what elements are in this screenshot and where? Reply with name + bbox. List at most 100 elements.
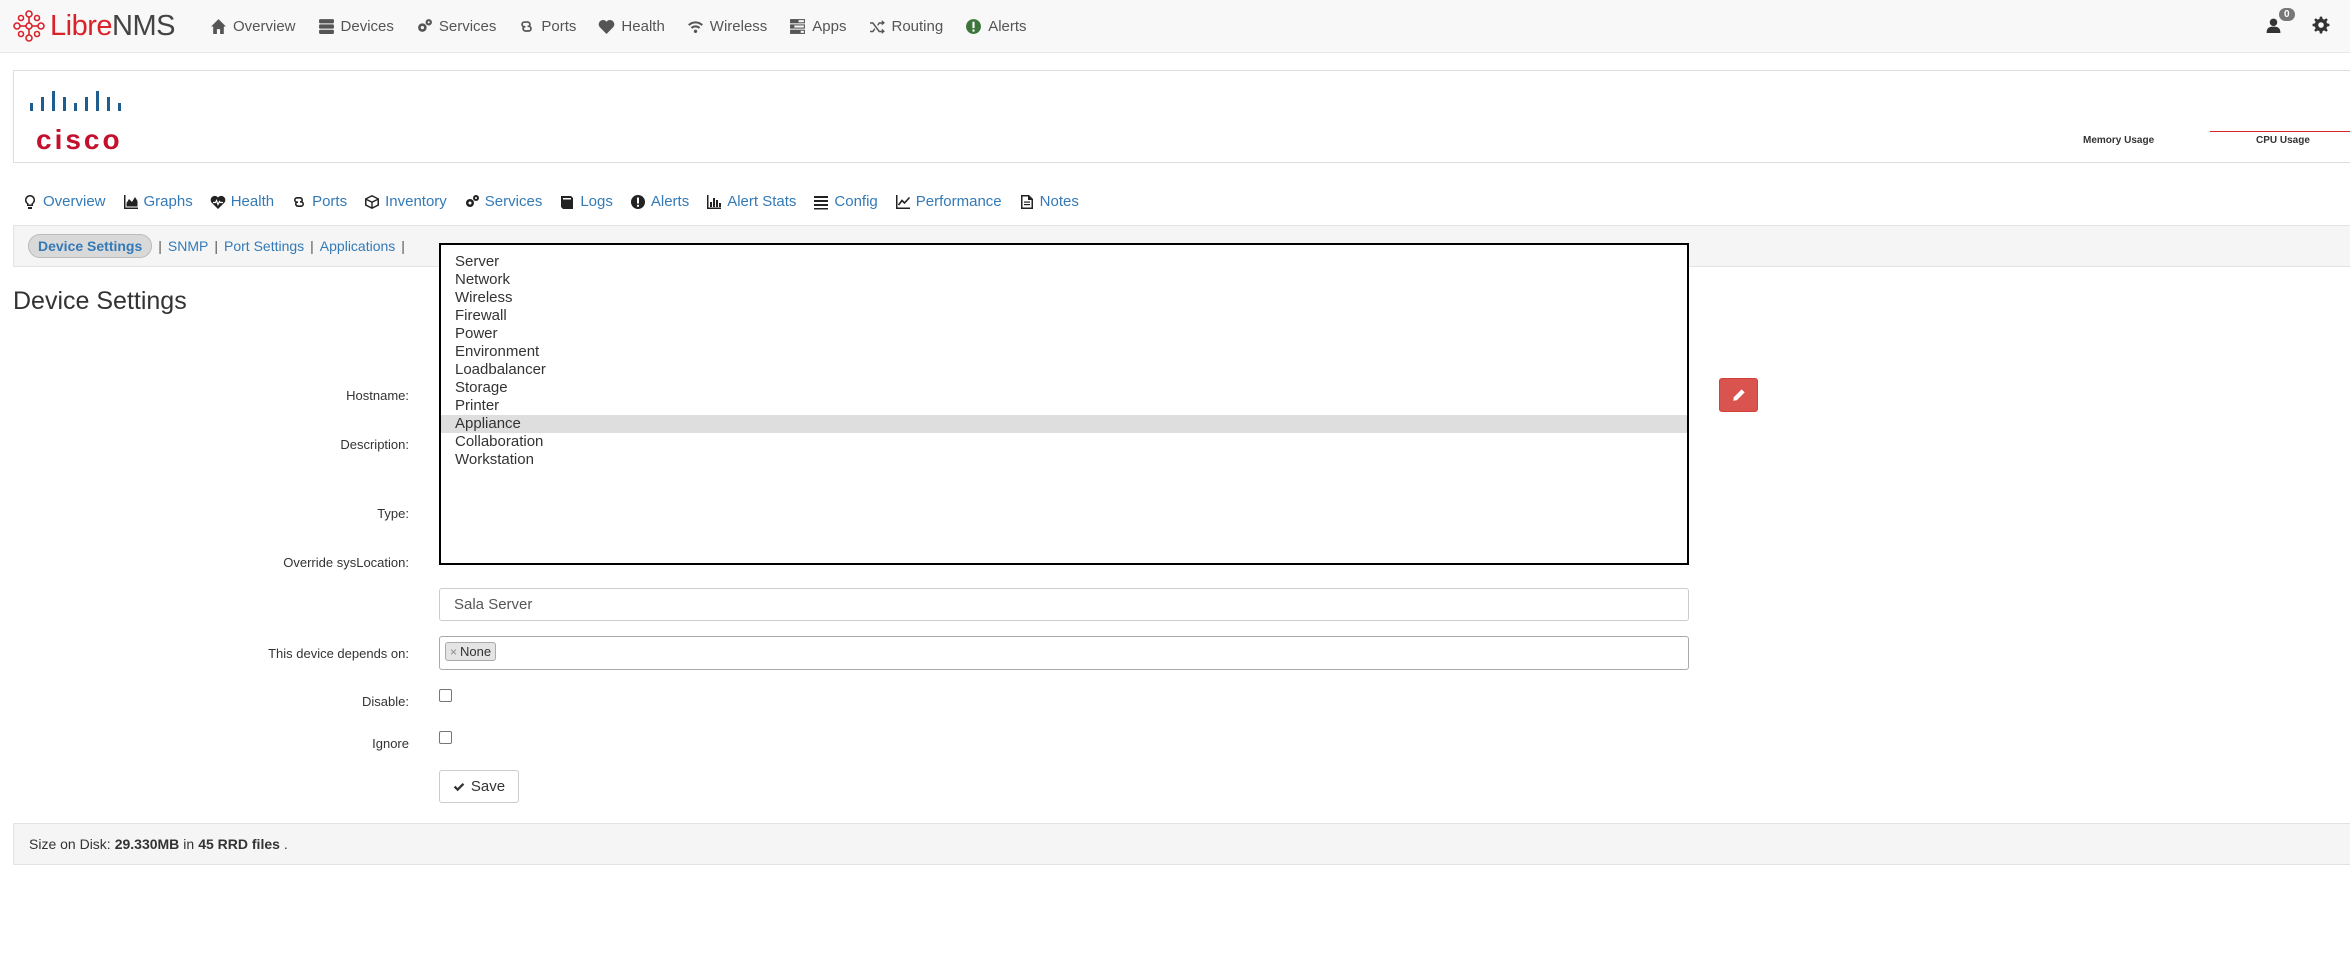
in-word: in <box>183 836 195 852</box>
device-tabs: Overview Graphs Health Ports Inventory S… <box>22 193 1096 210</box>
depends-on-select[interactable]: × None <box>439 636 1689 670</box>
area-chart-icon <box>123 194 138 209</box>
save-button[interactable]: Save <box>439 770 519 803</box>
nav-wireless-label: Wireless <box>709 18 768 35</box>
line-chart-icon <box>895 194 910 209</box>
tab-notes-label: Notes <box>1039 193 1079 210</box>
nav-services[interactable]: Services <box>416 18 497 35</box>
brand-name: LibreNMS <box>50 10 175 43</box>
nav-alerts[interactable]: Alerts <box>965 18 1027 35</box>
subnav-device-settings[interactable]: Device Settings <box>28 234 153 258</box>
nav-devices-label: Devices <box>340 18 394 35</box>
disable-checkbox[interactable] <box>439 689 452 702</box>
dependency-tag[interactable]: × None <box>445 642 497 661</box>
nav-routing[interactable]: Routing <box>869 18 944 35</box>
tab-graphs[interactable]: Graphs <box>123 193 193 210</box>
type-label: Type: <box>377 506 409 521</box>
nav-routing-label: Routing <box>891 18 944 35</box>
tab-graphs-label: Graphs <box>143 193 193 210</box>
memory-usage-label: Memory Usage <box>2083 135 2155 146</box>
tab-notes[interactable]: Notes <box>1019 193 1079 210</box>
tab-services-label: Services <box>484 193 543 210</box>
tab-ports[interactable]: Ports <box>291 193 347 210</box>
exclamation-circle-icon <box>630 194 645 209</box>
tab-performance[interactable]: Performance <box>895 193 1002 210</box>
subnav-snmp[interactable]: SNMP <box>168 238 208 254</box>
edit-hostname-button[interactable] <box>1719 378 1758 412</box>
heartbeat-icon <box>210 195 226 209</box>
subnav-port-settings[interactable]: Port Settings <box>224 238 304 254</box>
librenms-logo[interactable]: LibreNMS <box>12 8 175 44</box>
main-menu: Overview Devices Services Ports Health W… <box>210 0 1049 53</box>
cube-icon <box>365 194 380 209</box>
wifi-icon <box>687 21 703 33</box>
nav-ports-label: Ports <box>541 18 577 35</box>
cisco-bars-icon <box>30 91 121 111</box>
syslocation-input[interactable]: Sala Server <box>439 588 1689 621</box>
type-option-loadbalancer[interactable]: Loadbalancer <box>441 361 1687 379</box>
nav-ports[interactable]: Ports <box>518 18 576 35</box>
tab-health-label: Health <box>230 193 275 210</box>
remove-tag-icon[interactable]: × <box>450 645 457 659</box>
check-icon <box>453 782 465 791</box>
type-option-network[interactable]: Network <box>441 271 1687 289</box>
subnav-separator: | <box>401 238 405 254</box>
type-option-collaboration[interactable]: Collaboration <box>441 433 1687 451</box>
type-dropdown-list[interactable]: Server Network Wireless Firewall Power E… <box>439 243 1689 565</box>
librenms-logo-icon <box>13 10 45 42</box>
align-justify-icon <box>814 195 829 209</box>
tab-alerts[interactable]: Alerts <box>630 193 689 210</box>
footer-period: . <box>283 836 288 852</box>
type-option-environment[interactable]: Environment <box>441 343 1687 361</box>
override-syslocation-label: Override sysLocation: <box>283 555 409 570</box>
tab-alerts-label: Alerts <box>650 193 690 210</box>
nav-alerts-label: Alerts <box>988 18 1027 35</box>
nav-health[interactable]: Health <box>598 18 665 35</box>
subnav-applications[interactable]: Applications <box>320 238 396 254</box>
tab-config[interactable]: Config <box>813 193 878 210</box>
tab-health[interactable]: Health <box>210 193 274 210</box>
settings-menu[interactable] <box>2312 16 2330 37</box>
type-option-power[interactable]: Power <box>441 325 1687 343</box>
tab-overview[interactable]: Overview <box>22 193 106 210</box>
type-option-workstation[interactable]: Workstation <box>441 451 1687 469</box>
tab-alert-stats-label: Alert Stats <box>727 193 797 210</box>
nav-wireless[interactable]: Wireless <box>687 18 768 35</box>
size-on-disk-label: Size on Disk: <box>29 836 111 852</box>
lightbulb-icon <box>25 194 35 209</box>
subnav-separator: | <box>214 238 218 254</box>
type-option-firewall[interactable]: Firewall <box>441 307 1687 325</box>
type-option-storage[interactable]: Storage <box>441 379 1687 397</box>
nav-services-label: Services <box>438 18 497 35</box>
type-option-printer[interactable]: Printer <box>441 397 1687 415</box>
gear-icon <box>2312 16 2330 34</box>
tab-ports-label: Ports <box>312 193 348 210</box>
tab-services[interactable]: Services <box>464 193 543 210</box>
nav-apps[interactable]: Apps <box>789 18 847 35</box>
nav-devices[interactable]: Devices <box>318 18 394 35</box>
home-icon <box>211 19 226 34</box>
tab-alert-stats[interactable]: Alert Stats <box>706 193 796 210</box>
user-menu[interactable]: 0 <box>2265 7 2295 37</box>
subnav-separator: | <box>310 238 314 254</box>
device-header-panel: cisco Memory Usage CPU Usage <box>13 70 2350 163</box>
tab-inventory[interactable]: Inventory <box>364 193 447 210</box>
type-option-appliance[interactable]: Appliance <box>441 415 1687 433</box>
rrd-files-count: 45 RRD files <box>198 836 280 852</box>
exclamation-circle-icon <box>966 19 982 34</box>
description-label: Description: <box>340 437 409 452</box>
ignore-label: Ignore <box>372 736 409 751</box>
nav-overview[interactable]: Overview <box>210 18 296 35</box>
type-option-server[interactable]: Server <box>441 253 1687 271</box>
ignore-checkbox[interactable] <box>439 731 452 744</box>
brand-nms: NMS <box>112 9 175 42</box>
tab-performance-label: Performance <box>915 193 1002 210</box>
dependency-tag-label: None <box>460 644 492 659</box>
disk-usage-bar: Size on Disk: 29.330MB in 45 RRD files. <box>13 823 2350 865</box>
type-option-wireless[interactable]: Wireless <box>441 289 1687 307</box>
file-text-icon <box>1020 194 1033 209</box>
tab-logs[interactable]: Logs <box>559 193 613 210</box>
brand-libre: Libre <box>50 9 113 42</box>
hostname-label: Hostname: <box>346 388 409 403</box>
link-icon <box>294 196 305 207</box>
